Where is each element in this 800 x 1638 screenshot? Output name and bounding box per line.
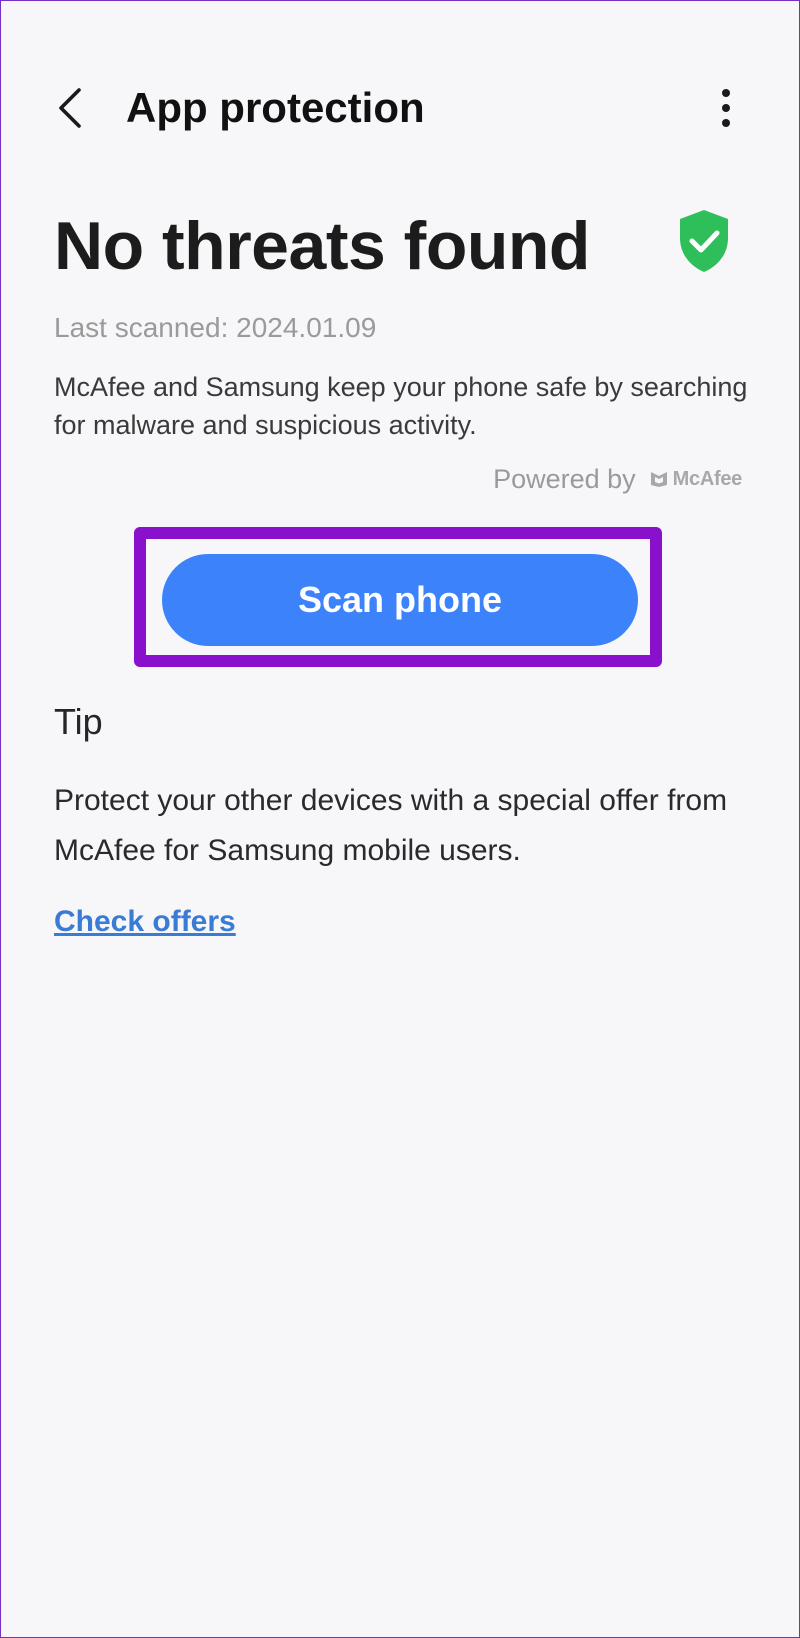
last-scanned-text: Last scanned: 2024.01.09 [54,312,377,343]
scan-phone-button[interactable]: Scan phone [162,554,638,646]
back-button[interactable] [44,82,96,134]
check-offers-link[interactable]: Check offers [54,902,236,942]
more-options-button[interactable] [706,82,746,134]
mcafee-logo: McAfee [650,468,742,491]
shield-check-icon [680,210,728,272]
powered-by-text: Powered by [493,464,636,494]
status-title: No threats found [54,208,590,284]
tip-body: Protect your other devices with a specia… [54,784,728,867]
mcafee-logo-icon [650,472,667,487]
more-vertical-icon [722,89,730,127]
page-title: App protection [126,84,425,131]
protection-description: McAfee and Samsung keep your phone safe … [54,372,748,440]
app-bar: App protection [0,60,800,156]
mcafee-logo-text: McAfee [672,467,743,490]
tip-heading: Tip [54,701,103,742]
powered-by: Powered by McAfee [493,462,742,496]
chevron-left-icon [59,88,81,128]
